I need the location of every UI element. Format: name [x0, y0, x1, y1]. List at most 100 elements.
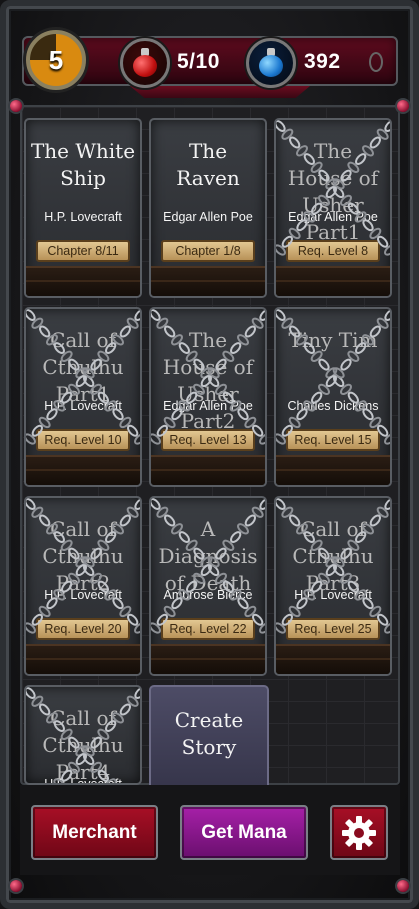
bookshelf — [151, 455, 265, 485]
chain-link — [134, 309, 140, 321]
chain-link — [276, 120, 286, 132]
corner-gem — [10, 880, 22, 892]
chain-link — [163, 605, 176, 618]
bookshelf — [26, 455, 140, 485]
chain-link — [384, 622, 390, 634]
chain-link — [26, 309, 36, 321]
ring-icon — [369, 52, 383, 72]
settings-button[interactable] — [330, 805, 388, 860]
story-author: Ambrose Bierce — [163, 588, 253, 602]
corner-gem — [397, 880, 409, 892]
story-card[interactable]: The White Ship H.P. Lovecraft Chapter 8/11 — [24, 118, 142, 298]
bookshelf — [26, 266, 140, 296]
story-author: H.P. Lovecraft — [294, 588, 372, 602]
required-level-tag: Req. Level 20 — [36, 618, 130, 640]
chain-link — [384, 309, 390, 321]
bookshelf — [276, 455, 390, 485]
story-card[interactable]: Call of Cthulhu Part4 H.P. Lovecraft — [24, 685, 142, 785]
chain-link — [369, 605, 382, 618]
corner-gem — [397, 100, 409, 112]
chain-link — [384, 498, 390, 510]
story-author: Edgar Allen Poe — [163, 210, 253, 224]
required-level-tag: Req. Level 22 — [161, 618, 255, 640]
chain-link — [384, 120, 390, 132]
story-card[interactable]: The Raven Edgar Allen Poe Chapter 1/8 — [149, 118, 267, 298]
chain-link — [325, 375, 337, 388]
chain-link — [259, 309, 265, 321]
required-level-tag: Req. Level 25 — [286, 618, 380, 640]
chain-link — [276, 498, 286, 510]
story-title: Call of Cthulhu Part3 — [292, 517, 374, 595]
story-card[interactable]: The House of Usher Part2 Edgar Allen Poe R… — [149, 307, 267, 487]
chain-link — [384, 433, 390, 445]
gear-icon — [342, 815, 376, 850]
story-title: The Raven — [176, 139, 240, 190]
bookshelf — [151, 266, 265, 296]
mana-count: 392 — [304, 50, 341, 73]
chain-link — [134, 622, 140, 634]
story-title: The House of Usher Part1 — [287, 139, 379, 244]
level-badge[interactable]: 5 — [26, 30, 86, 90]
level-number: 5 — [48, 44, 64, 75]
get-mana-button-label: Get Mana — [201, 821, 287, 843]
chain-link — [340, 358, 352, 371]
story-card[interactable]: A Diagnosis of Death Ambrose Bierce Req. L… — [149, 496, 267, 676]
story-title: Call of Cthulhu Part2 — [42, 517, 124, 595]
chain-link — [369, 416, 382, 429]
chain-link — [151, 309, 161, 321]
chapter-progress-tag: Chapter 1/8 — [161, 240, 255, 262]
chain-link — [288, 416, 301, 429]
required-level-tag: Req. Level 10 — [36, 429, 130, 451]
story-title: A Diagnosis of Death — [158, 517, 258, 595]
blue-flask-icon — [257, 48, 285, 78]
story-author: H.P. Lovecraft — [44, 777, 122, 785]
story-title: The House of Usher Part2 — [162, 328, 254, 433]
chain-link — [318, 383, 330, 396]
story-title: Call of Cthulhu Part4 — [42, 706, 124, 784]
chain-link — [325, 367, 338, 379]
story-card[interactable]: Call of Cthulhu Part3 H.P. Lovecraft Req. … — [274, 496, 392, 676]
red-flask-icon — [131, 48, 159, 78]
merchant-button-label: Merchant — [52, 821, 137, 843]
create-story-card[interactable]: Create Story — [149, 685, 269, 795]
required-level-tag: Req. Level 8 — [286, 240, 380, 262]
story-card[interactable]: Call of Cthulhu Part2 H.P. Lovecraft Req. … — [24, 496, 142, 676]
chain-link — [134, 433, 140, 445]
bookshelf — [276, 266, 390, 296]
chain-link — [333, 375, 345, 388]
hud-banner — [130, 86, 310, 98]
health-potion-icon[interactable] — [120, 38, 170, 88]
mana-potion-icon[interactable] — [246, 38, 296, 88]
chain-link — [26, 498, 36, 510]
chain-link — [340, 383, 352, 396]
chain-link — [134, 687, 140, 699]
bookshelf — [276, 644, 390, 674]
story-card[interactable]: Call of Cthulhu Part1 H.P. Lovecraft Req. … — [24, 307, 142, 487]
required-level-tag: Req. Level 13 — [161, 429, 255, 451]
get-mana-button[interactable]: Get Mana — [180, 805, 308, 860]
bookshelf — [26, 644, 140, 674]
story-author: H.P. Lovecraft — [44, 399, 122, 413]
story-author: Edgar Allen Poe — [163, 399, 253, 413]
chain-link — [38, 416, 51, 429]
chain-link — [332, 367, 345, 379]
chain-link — [26, 687, 36, 699]
chain-link — [259, 498, 265, 510]
chain-link — [38, 605, 51, 618]
story-title: The White Ship — [30, 139, 136, 190]
merchant-button[interactable]: Merchant — [31, 805, 158, 860]
chain-link — [244, 605, 257, 618]
bookshelf — [151, 644, 265, 674]
story-card[interactable]: The House of Usher Part1 Edgar Allen Poe R… — [274, 118, 392, 298]
chapter-progress-tag: Chapter 8/11 — [36, 240, 130, 262]
story-author: H.P. Lovecraft — [44, 210, 122, 224]
story-title: Call of Cthulhu Part1 — [42, 328, 124, 406]
story-title: Tiny Tim — [288, 328, 378, 352]
health-potion-count: 5/10 — [177, 50, 220, 73]
corner-gem — [10, 100, 22, 112]
story-author: H.P. Lovecraft — [44, 588, 122, 602]
chain-link — [119, 416, 132, 429]
chain-link — [119, 605, 132, 618]
create-story-label: Create Story — [174, 708, 244, 759]
story-card[interactable]: Tiny Tim Charles Dickens Req. Level 15 — [274, 307, 392, 487]
